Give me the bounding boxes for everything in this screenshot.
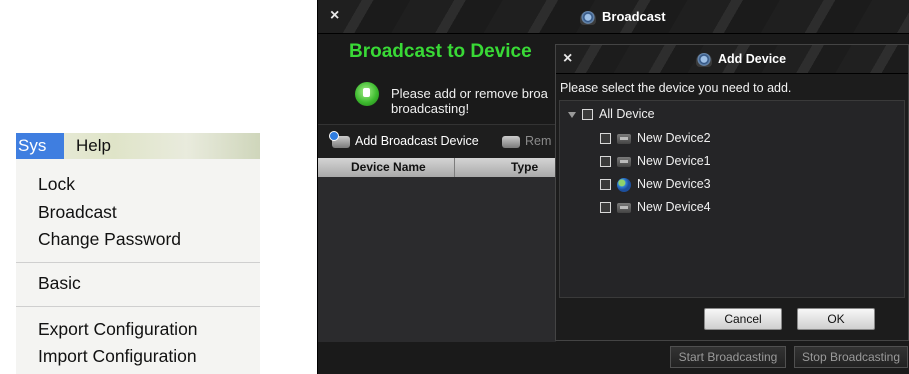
broadcast-title-bar: × Broadcast bbox=[318, 0, 909, 34]
tree-item-label: New Device2 bbox=[637, 131, 711, 145]
broadcast-title: Broadcast bbox=[580, 9, 666, 25]
checkbox[interactable] bbox=[600, 179, 611, 191]
menu-help[interactable]: Help bbox=[76, 133, 111, 159]
remove-broadcast-device-label: Rem bbox=[525, 134, 552, 148]
tree-item-all-device[interactable]: All Device bbox=[568, 107, 655, 125]
tree-item-device[interactable]: New Device1 bbox=[600, 154, 711, 172]
menu-item-basic[interactable]: Basic bbox=[38, 272, 81, 294]
tree-item-label: All Device bbox=[599, 107, 655, 121]
column-type[interactable]: Type bbox=[511, 160, 538, 174]
close-icon[interactable]: × bbox=[330, 7, 339, 25]
cancel-button[interactable]: Cancel bbox=[704, 308, 782, 330]
add-device-dialog: × Add Device Please select the device yo… bbox=[555, 44, 909, 341]
menu-item-export-configuration[interactable]: Export Configuration bbox=[38, 318, 198, 340]
page-title: Broadcast to Device bbox=[349, 41, 532, 62]
ok-button[interactable]: OK bbox=[797, 308, 875, 330]
device-icon bbox=[617, 202, 631, 213]
globe-icon bbox=[617, 177, 631, 192]
broadcast-toolbar: Add Broadcast Device Rem bbox=[318, 124, 556, 160]
tree-item-label: New Device1 bbox=[637, 154, 711, 168]
checkbox[interactable] bbox=[582, 109, 593, 121]
device-icon bbox=[617, 133, 631, 144]
menu-item-lock[interactable]: Lock bbox=[38, 173, 75, 195]
add-device-title-bar: × Add Device bbox=[556, 45, 908, 74]
add-device-title-text: Add Device bbox=[718, 52, 787, 66]
column-device-name[interactable]: Device Name bbox=[351, 160, 426, 174]
broadcast-device-list bbox=[318, 177, 556, 342]
tree-item-label: New Device4 bbox=[637, 200, 711, 214]
expand-icon[interactable] bbox=[568, 111, 576, 118]
broadcast-title-text: Broadcast bbox=[602, 9, 666, 24]
checkbox[interactable] bbox=[600, 133, 611, 145]
tree-item-label: New Device3 bbox=[637, 177, 711, 191]
add-broadcast-device-label: Add Broadcast Device bbox=[355, 134, 479, 148]
tree-item-device[interactable]: New Device2 bbox=[600, 131, 711, 149]
remove-device-icon bbox=[502, 135, 520, 148]
close-icon[interactable]: × bbox=[563, 50, 572, 68]
menu-item-import-configuration[interactable]: Import Configuration bbox=[38, 345, 197, 367]
menu-item-change-password[interactable]: Change Password bbox=[38, 228, 181, 250]
add-device-icon bbox=[329, 130, 350, 148]
dialog-description: Please select the device you need to add… bbox=[560, 81, 792, 95]
menu-separator bbox=[16, 306, 260, 307]
tree-item-device[interactable]: New Device4 bbox=[600, 200, 711, 218]
start-broadcasting-button[interactable]: Start Broadcasting bbox=[670, 346, 786, 368]
sys-menu: Sys Help Lock Broadcast Change Password … bbox=[16, 133, 260, 374]
remove-broadcast-device-button[interactable]: Rem bbox=[502, 134, 551, 148]
stop-broadcasting-button[interactable]: Stop Broadcasting bbox=[794, 346, 908, 368]
camera-icon bbox=[696, 52, 712, 67]
column-divider bbox=[454, 158, 455, 177]
menu-separator bbox=[16, 262, 260, 263]
add-broadcast-device-button[interactable]: Add Broadcast Device bbox=[329, 130, 479, 148]
camera-icon bbox=[580, 10, 596, 25]
info-icon bbox=[355, 82, 379, 106]
device-icon bbox=[617, 156, 631, 167]
checkbox[interactable] bbox=[600, 202, 611, 214]
menu-bar: Sys Help bbox=[16, 133, 260, 159]
tree-item-device[interactable]: New Device3 bbox=[600, 177, 711, 195]
info-text: Please add or remove broa broadcasting! bbox=[391, 86, 548, 116]
menu-item-broadcast[interactable]: Broadcast bbox=[38, 201, 117, 223]
device-table-header: Device Name Type bbox=[318, 158, 556, 177]
checkbox[interactable] bbox=[600, 156, 611, 168]
add-device-title: Add Device bbox=[696, 52, 786, 67]
menu-sys[interactable]: Sys bbox=[16, 133, 64, 159]
device-tree: All Device New Device2 New Device1 New D… bbox=[559, 100, 905, 298]
